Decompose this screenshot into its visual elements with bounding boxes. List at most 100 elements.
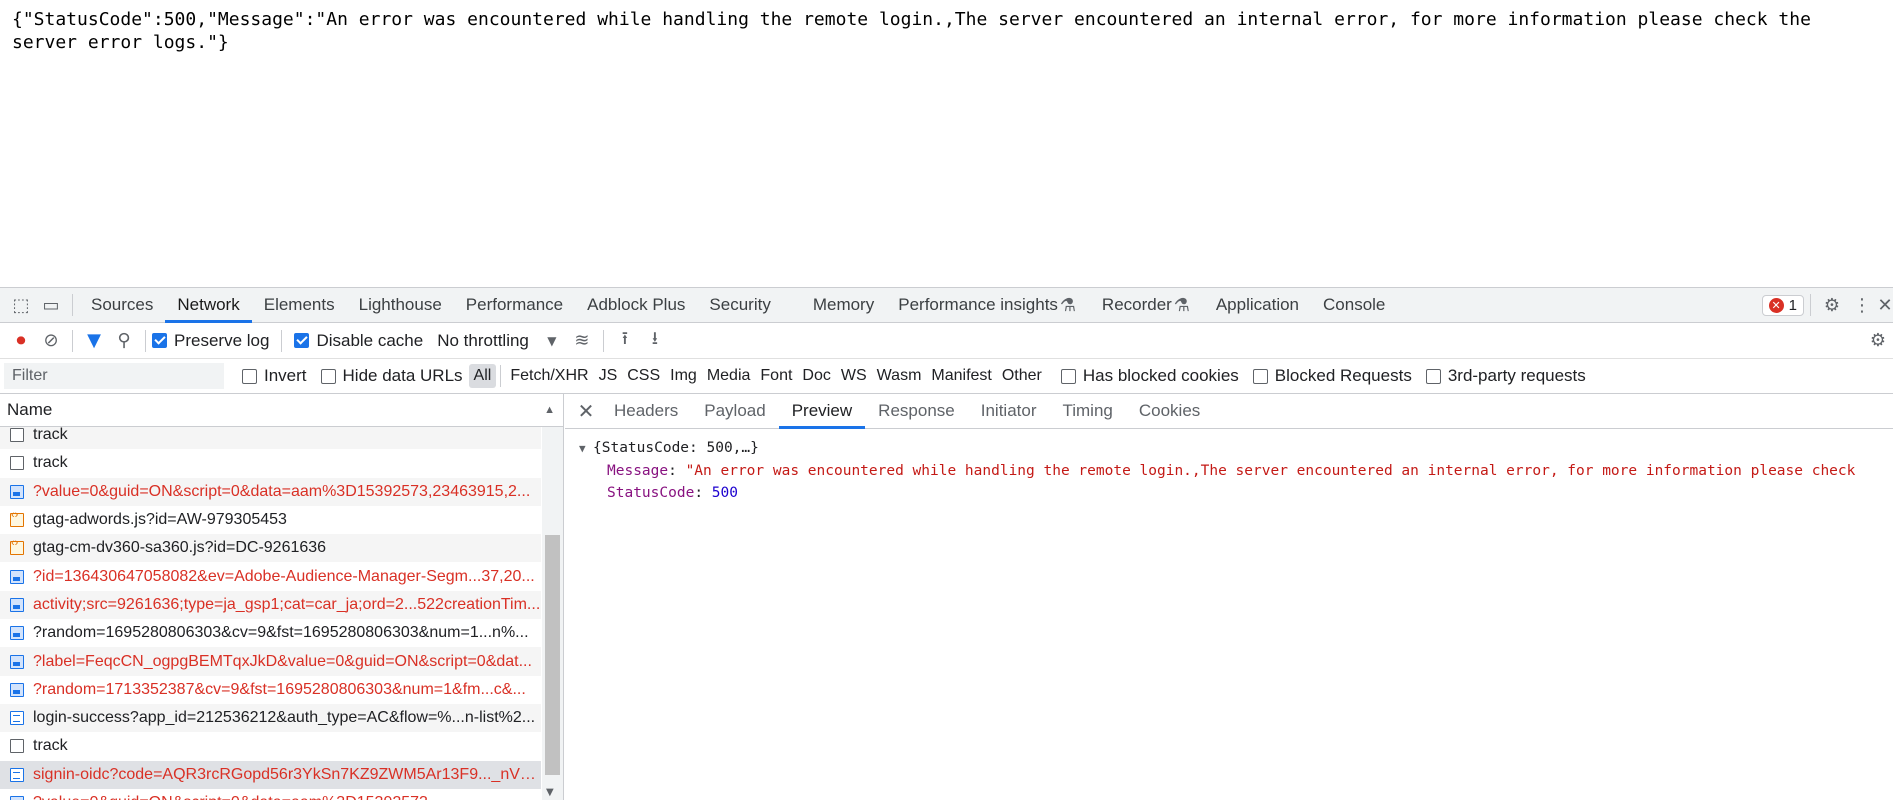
disable-cache-checkbox[interactable]	[294, 333, 310, 348]
preserve-log-checkbox[interactable]	[152, 333, 167, 348]
request-row[interactable]: ?random=1695280806303&cv=9&fst=169528080…	[0, 619, 541, 647]
request-name: login-success?app_id=212536212&auth_type…	[33, 709, 536, 727]
tab-network[interactable]: Network	[165, 288, 252, 323]
filter-type-other[interactable]: Other	[997, 364, 1047, 388]
detail-tab-headers[interactable]: Headers	[601, 394, 691, 429]
tab-console[interactable]: Console	[1311, 288, 1397, 323]
request-row[interactable]: activity;src=9261636;type=ja_gsp1;cat=ca…	[0, 590, 541, 620]
request-rows: track track ?value=0&guid=ON&script=0&data…	[0, 421, 541, 800]
scroll-down-arrow-icon[interactable]: ▼	[546, 787, 554, 798]
request-name: ?id=136430647058082&ev=Adobe-Audience-Ma…	[33, 567, 535, 585]
request-row[interactable]: ?random=1713352387&cv=9&fst=169528080630…	[0, 676, 541, 704]
third-party-requests-label: 3rd-party requests	[1447, 366, 1586, 385]
sort-up-icon[interactable]: ▲	[544, 404, 555, 416]
filter-input[interactable]	[4, 363, 224, 389]
error-icon: ✕	[1768, 297, 1784, 313]
invert-label: Invert	[264, 366, 307, 385]
tab-recorder[interactable]: Recorder	[1090, 288, 1184, 323]
filter-funnel-icon[interactable]: ▼	[79, 327, 109, 355]
has-blocked-cookies-checkbox[interactable]	[1060, 368, 1076, 384]
request-row[interactable]: signin-oidc?code=AQR3rcRGopd56r3YkSn7KZ9…	[0, 760, 541, 789]
img-file-icon	[10, 796, 24, 800]
request-list: track track ?value=0&guid=ON&script=0&data…	[0, 394, 564, 800]
tab-memory[interactable]: Memory	[801, 288, 886, 323]
name-column-header[interactable]: Name ▲	[0, 394, 563, 427]
device-toolbar-icon[interactable]: ▭	[36, 291, 66, 319]
scrollbar-thumb[interactable]	[545, 535, 560, 775]
request-row[interactable]: track	[0, 449, 541, 477]
json-root-row[interactable]: ▼ {StatusCode: 500,…}	[579, 437, 1893, 460]
request-row[interactable]: ?id=136430647058082&ev=Adobe-Audience-Ma…	[0, 562, 541, 590]
tab-application[interactable]: Application	[1204, 288, 1311, 323]
third-party-requests-checkbox[interactable]	[1425, 368, 1441, 384]
tab-performance[interactable]: Performance	[454, 288, 575, 323]
filter-type-font[interactable]: Font	[755, 364, 797, 388]
filter-type-wasm[interactable]: Wasm	[872, 364, 927, 388]
request-row[interactable]: ?label=FeqcCN_ogpgBEMTqxJkD&value=0&guid…	[0, 647, 541, 676]
tab-security[interactable]: Security	[697, 288, 782, 323]
invert-checkbox[interactable]	[242, 368, 257, 384]
throttling-select[interactable]: No throttling	[437, 331, 529, 351]
filter-type-ws[interactable]: WS	[836, 364, 872, 388]
request-name: track	[33, 737, 68, 755]
request-name: ?value=0&guid=ON&script=0&data=aam%3D153…	[33, 482, 531, 500]
request-name: ?random=1695280806303&cv=9&fst=169528080…	[33, 624, 529, 642]
inspect-element-icon[interactable]: ⬚	[6, 291, 36, 319]
network-settings-gear-icon[interactable]: ⚙	[1863, 327, 1893, 355]
detail-tab-timing[interactable]: Timing	[1049, 394, 1125, 429]
img-file-icon	[10, 484, 24, 499]
filter-type-js[interactable]: JS	[594, 364, 623, 388]
request-row[interactable]: login-success?app_id=212536212&auth_type…	[0, 703, 541, 733]
tab-sources[interactable]: Sources	[79, 288, 165, 323]
chevron-down-icon[interactable]: ▼	[537, 327, 567, 355]
filter-type-css[interactable]: CSS	[622, 364, 665, 388]
devtools-tab-bar: ⬚ ▭ Sources Network Elements Lighthouse …	[0, 288, 1893, 323]
expand-triangle-icon[interactable]: ▼	[579, 438, 593, 460]
filter-type-media[interactable]: Media	[702, 364, 756, 388]
tab-performance-insights[interactable]: Performance insights	[886, 288, 1070, 323]
doc-file-icon	[10, 711, 24, 726]
network-conditions-wifi-icon[interactable]: ≋	[567, 327, 597, 355]
detail-tab-response[interactable]: Response	[865, 394, 968, 429]
filter-type-fetch-xhr[interactable]: Fetch/XHR	[505, 364, 593, 388]
clear-icon[interactable]: ⊘	[36, 327, 66, 355]
request-row[interactable]: ?value=0&guid=ON&script=0&data=aam%3D153…	[0, 477, 541, 506]
request-list-scrollbar[interactable]: ▼	[542, 427, 563, 800]
error-count-badge[interactable]: ✕ 1	[1761, 294, 1804, 316]
import-har-icon[interactable]: ⭱	[610, 327, 640, 355]
hide-data-urls-checkbox[interactable]	[320, 368, 336, 384]
export-har-icon[interactable]: ⭳	[640, 327, 670, 355]
more-options-icon[interactable]: ⋮	[1847, 291, 1877, 319]
detail-tab-initiator[interactable]: Initiator	[968, 394, 1050, 429]
img-file-icon	[10, 597, 24, 612]
filter-type-manifest[interactable]: Manifest	[926, 364, 996, 388]
search-icon[interactable]: ⚲	[109, 327, 139, 355]
request-row[interactable]: gtag-cm-dv360-sa360.js?id=DC-9261636	[0, 534, 541, 563]
record-stop-icon[interactable]: ⏺	[6, 327, 36, 355]
blocked-requests-checkbox[interactable]	[1252, 368, 1268, 384]
filter-type-img[interactable]: Img	[665, 364, 702, 388]
detail-tab-preview[interactable]: Preview	[778, 394, 866, 429]
detail-tab-payload[interactable]: Payload	[691, 394, 778, 429]
img-file-icon	[10, 654, 24, 669]
tab-adblock-plus[interactable]: Adblock Plus	[575, 288, 697, 323]
img-file-icon	[10, 682, 24, 697]
filter-type-doc[interactable]: Doc	[797, 364, 835, 388]
json-preview: ▼ {StatusCode: 500,…} Message: "An error …	[565, 429, 1893, 504]
request-name: gtag-cm-dv360-sa360.js?id=DC-9261636	[33, 539, 327, 557]
json-message-row: Message: "An error was encountered while…	[607, 463, 1856, 479]
filter-type-all[interactable]: All	[468, 364, 497, 388]
close-devtools-icon[interactable]: ✕	[1877, 291, 1893, 319]
close-detail-icon[interactable]: ✕	[571, 397, 601, 425]
img-file-icon	[10, 626, 24, 641]
request-row[interactable]: ?value=0&guid=ON&script=0&data=aam%3D153…	[0, 789, 541, 800]
request-row[interactable]: gtag-adwords.js?id=AW-979305453	[0, 506, 541, 534]
detail-tab-cookies[interactable]: Cookies	[1126, 394, 1213, 429]
tab-lighthouse[interactable]: Lighthouse	[347, 288, 454, 323]
network-toolbar: ⏺ ⊘ ▼ ⚲ Preserve log Disable cache No th…	[0, 323, 1893, 359]
request-name: signin-oidc?code=AQR3rcRGopd56r3YkSn7KZ9…	[33, 765, 541, 783]
settings-gear-icon[interactable]: ⚙	[1817, 291, 1847, 319]
request-row[interactable]: track	[0, 732, 541, 760]
hide-data-urls-label: Hide data URLs	[342, 366, 463, 385]
tab-elements[interactable]: Elements	[252, 288, 347, 323]
